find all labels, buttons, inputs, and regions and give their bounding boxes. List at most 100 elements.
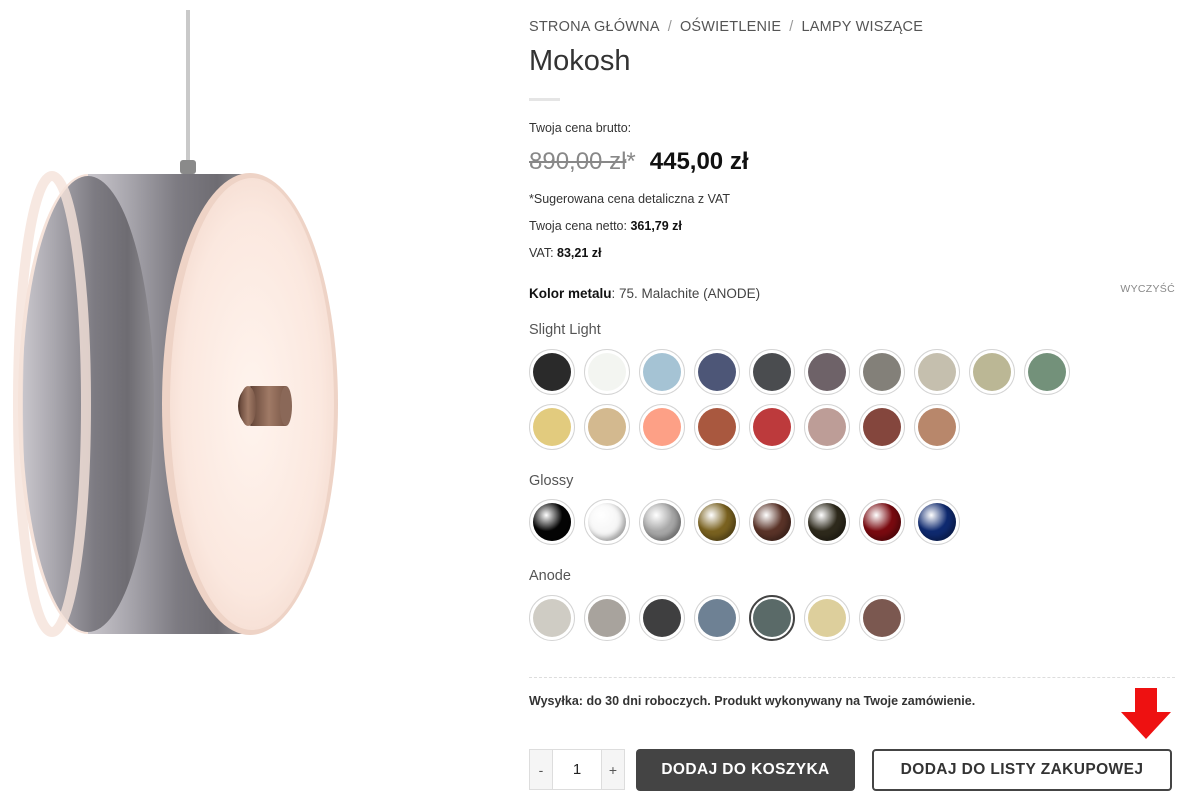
color-swatch[interactable] <box>584 595 630 641</box>
color-swatch[interactable] <box>804 349 850 395</box>
color-swatch[interactable] <box>749 499 795 545</box>
color-swatch-dot <box>918 408 956 446</box>
color-swatch[interactable] <box>1024 349 1070 395</box>
breadcrumb-subcategory-link[interactable]: LAMPY WISZĄCE <box>801 19 923 35</box>
color-swatch[interactable] <box>529 499 575 545</box>
quantity-decrease-button[interactable]: - <box>530 750 552 789</box>
color-swatch[interactable] <box>529 595 575 641</box>
price-row: 890,00 zł * 445,00 zł <box>529 148 749 176</box>
color-swatch-dot <box>918 353 956 391</box>
color-swatch-dot <box>643 503 681 541</box>
breadcrumb-category-link[interactable]: OŚWIETLENIE <box>680 19 781 35</box>
color-swatch-dot <box>863 599 901 637</box>
color-swatch-dot <box>808 599 846 637</box>
quantity-increase-button[interactable]: + <box>602 750 624 789</box>
shipping-info: Wysyłka: do 30 dni roboczych. Produkt wy… <box>529 694 976 708</box>
net-price-label: Twoja cena netto: <box>529 219 627 233</box>
color-swatch-dot <box>588 353 626 391</box>
section-divider <box>529 677 1175 678</box>
color-swatch[interactable] <box>639 595 685 641</box>
color-swatch-dot <box>808 503 846 541</box>
color-swatch[interactable] <box>584 499 630 545</box>
color-swatch-dot <box>588 599 626 637</box>
color-swatch-dot <box>588 408 626 446</box>
color-swatch[interactable] <box>639 499 685 545</box>
swatch-group-glossy <box>529 499 1089 554</box>
color-swatch-dot <box>643 353 681 391</box>
swatch-group-slight-light <box>529 349 1089 459</box>
color-swatch[interactable] <box>639 404 685 450</box>
color-swatch-dot <box>533 408 571 446</box>
color-swatch-dot <box>753 599 791 637</box>
vat-label: VAT: <box>529 246 554 260</box>
color-swatch-dot <box>808 408 846 446</box>
breadcrumb-separator: / <box>789 19 794 35</box>
color-swatch-dot <box>643 599 681 637</box>
old-price: 890,00 zł <box>529 148 627 175</box>
color-swatch[interactable] <box>694 595 740 641</box>
color-swatch-dot <box>588 503 626 541</box>
color-swatch[interactable] <box>584 404 630 450</box>
product-title: Mokosh <box>529 45 631 77</box>
color-swatch[interactable] <box>804 595 850 641</box>
color-swatch-dot <box>698 408 736 446</box>
suggested-price-note: *Sugerowana cena detaliczna z VAT <box>529 192 731 206</box>
price-label: Twoja cena brutto: <box>529 121 632 135</box>
color-swatch-dot <box>863 503 901 541</box>
swatch-group-title: Glossy <box>529 473 574 489</box>
product-info: STRONA GŁÓWNA / OŚWIETLENIE / LAMPY WISZĄCE … <box>529 0 1175 802</box>
quantity-stepper: - + <box>529 749 625 790</box>
color-swatch-dot <box>533 599 571 637</box>
color-swatch[interactable] <box>749 404 795 450</box>
vat-value: 83,21 zł <box>557 246 602 260</box>
color-swatch-dot <box>1028 353 1066 391</box>
product-image[interactable] <box>0 0 510 802</box>
color-swatch[interactable] <box>694 349 740 395</box>
color-swatch-dot <box>973 353 1011 391</box>
pendant-lamp-illustration <box>13 10 338 637</box>
color-swatch[interactable] <box>914 404 960 450</box>
color-swatch[interactable] <box>529 404 575 450</box>
clear-selection-link[interactable]: WYCZYŚĆ <box>1120 283 1175 295</box>
color-swatch[interactable] <box>694 404 740 450</box>
color-swatch[interactable] <box>529 349 575 395</box>
add-to-shopping-list-button[interactable]: DODAJ DO LISTY ZAKUPOWEJ <box>872 749 1172 791</box>
swatch-group-title: Slight Light <box>529 322 601 338</box>
color-swatch-dot <box>698 503 736 541</box>
add-to-cart-button[interactable]: DODAJ DO KOSZYKA <box>636 749 855 791</box>
metal-color-label: Kolor metalu: 75. Malachite (ANODE) <box>529 286 761 301</box>
color-swatch[interactable] <box>694 499 740 545</box>
color-swatch-dot <box>643 408 681 446</box>
net-price: Twoja cena netto: 361,79 zł <box>529 219 682 233</box>
color-swatch[interactable] <box>749 595 795 641</box>
color-swatch[interactable] <box>584 349 630 395</box>
vat: VAT: 83,21 zł <box>529 246 602 260</box>
color-swatch[interactable] <box>859 595 905 641</box>
color-swatch-dot <box>918 503 956 541</box>
color-swatch-dot <box>863 353 901 391</box>
color-swatch[interactable] <box>859 349 905 395</box>
quantity-input[interactable] <box>552 750 602 789</box>
color-swatch[interactable] <box>914 349 960 395</box>
color-swatch[interactable] <box>639 349 685 395</box>
color-swatch-dot <box>698 353 736 391</box>
color-swatch[interactable] <box>804 499 850 545</box>
color-swatch[interactable] <box>804 404 850 450</box>
color-swatch[interactable] <box>859 499 905 545</box>
breadcrumb-home-link[interactable]: STRONA GŁÓWNA <box>529 19 660 35</box>
color-swatch-dot <box>698 599 736 637</box>
color-swatch[interactable] <box>749 349 795 395</box>
swatch-group-title: Anode <box>529 568 571 584</box>
breadcrumb: STRONA GŁÓWNA / OŚWIETLENIE / LAMPY WISZĄCE <box>529 19 923 35</box>
metal-color-title: Kolor metalu <box>529 286 612 301</box>
net-price-value: 361,79 zł <box>630 219 682 233</box>
color-swatch-dot <box>753 503 791 541</box>
color-swatch-dot <box>808 353 846 391</box>
color-swatch[interactable] <box>914 499 960 545</box>
color-swatch[interactable] <box>859 404 905 450</box>
color-swatch-dot <box>753 408 791 446</box>
swatch-group-anode <box>529 595 1089 650</box>
color-swatch[interactable] <box>969 349 1015 395</box>
red-arrow-down-icon <box>1121 688 1171 739</box>
color-swatch-dot <box>753 353 791 391</box>
